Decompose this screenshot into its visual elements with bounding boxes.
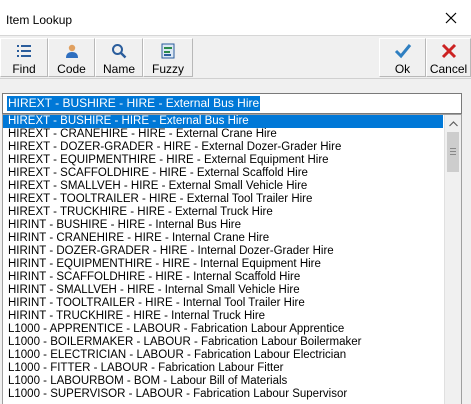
name-button[interactable]: Name [95,38,143,77]
checkmark-icon [394,42,412,60]
search-input[interactable]: HIREXT - BUSHIRE - HIRE - External Bus H… [2,93,462,114]
list-item[interactable]: HIREXT - BUSHIRE - HIRE - External Bus H… [3,115,443,128]
list-item[interactable]: L1000 - FITTER - LABOUR - Fabrication La… [3,362,443,375]
user-code-icon [64,42,80,60]
scroll-up-button[interactable] [445,115,461,132]
cancel-button[interactable]: Cancel [426,38,471,77]
list-item[interactable]: HIREXT - DOZER-GRADER - HIRE - External … [3,141,443,154]
fuzzy-search-icon [160,42,176,60]
chevron-up-icon [449,120,458,126]
toolbar: Find Code Name Fuzzy Ok Cancel [0,37,471,79]
title-bar: Item Lookup [0,0,471,36]
close-icon [445,12,457,24]
search-input-value: HIREXT - BUSHIRE - HIRE - External Bus H… [7,96,261,111]
window-title: Item Lookup [6,13,73,27]
vertical-scrollbar[interactable] [444,115,461,404]
list-item[interactable]: HIRINT - SMALLVEH - HIRE - Internal Smal… [3,284,443,297]
list-item[interactable]: HIRINT - CRANEHIRE - HIRE - Internal Cra… [3,232,443,245]
list-item[interactable]: HIRINT - TRUCKHIRE - HIRE - Internal Tru… [3,310,443,323]
scroll-thumb[interactable] [447,132,459,172]
find-label: Find [12,62,36,76]
item-lookup-window: Item Lookup Find Code Name Fuzzy Ok Canc… [0,0,471,404]
code-label: Code [57,62,86,76]
list-item[interactable]: L1000 - ELECTRICIAN - LABOUR - Fabricati… [3,349,443,362]
list-item[interactable]: HIRINT - BUSHIRE - HIRE - Internal Bus H… [3,219,443,232]
search-icon [111,42,127,60]
cancel-x-icon [441,42,457,60]
list-item[interactable]: L1000 - APPRENTICE - LABOUR - Fabricatio… [3,323,443,336]
ok-button[interactable]: Ok [379,38,426,77]
list-item[interactable]: HIREXT - SCAFFOLDHIRE - HIRE - External … [3,167,443,180]
window-close-button[interactable] [431,0,471,36]
list-item[interactable]: L1000 - SUPERVISOR - LABOUR - Fabricatio… [3,388,443,401]
item-list-rows: HIREXT - BUSHIRE - HIRE - External Bus H… [3,115,443,401]
find-button[interactable]: Find [0,38,48,77]
cancel-label: Cancel [429,62,468,76]
list-item[interactable]: HIRINT - SCAFFOLDHIRE - HIRE - Internal … [3,271,443,284]
list-item[interactable]: HIRINT - TOOLTRAILER - HIRE - Internal T… [3,297,443,310]
list-item[interactable]: HIREXT - EQUIPMENTHIRE - HIRE - External… [3,154,443,167]
fuzzy-button[interactable]: Fuzzy [143,38,193,77]
fuzzy-label: Fuzzy [151,62,184,76]
item-list[interactable]: HIREXT - BUSHIRE - HIRE - External Bus H… [2,114,462,404]
code-button[interactable]: Code [48,38,95,77]
list-item[interactable]: L1000 - BOILERMAKER - LABOUR - Fabricati… [3,336,443,349]
list-item[interactable]: HIREXT - SMALLVEH - HIRE - External Smal… [3,180,443,193]
list-icon [16,42,32,60]
list-item[interactable]: HIREXT - CRANEHIRE - HIRE - External Cra… [3,128,443,141]
name-label: Name [102,62,135,76]
list-item[interactable]: L1000 - LABOURBOM - BOM - Labour Bill of… [3,375,443,388]
list-item[interactable]: HIRINT - DOZER-GRADER - HIRE - Internal … [3,245,443,258]
list-item[interactable]: HIREXT - TOOLTRAILER - HIRE - External T… [3,193,443,206]
ok-label: Ok [394,62,411,76]
list-item[interactable]: HIREXT - TRUCKHIRE - HIRE - External Tru… [3,206,443,219]
list-item[interactable]: HIRINT - EQUIPMENTHIRE - HIRE - Internal… [3,258,443,271]
